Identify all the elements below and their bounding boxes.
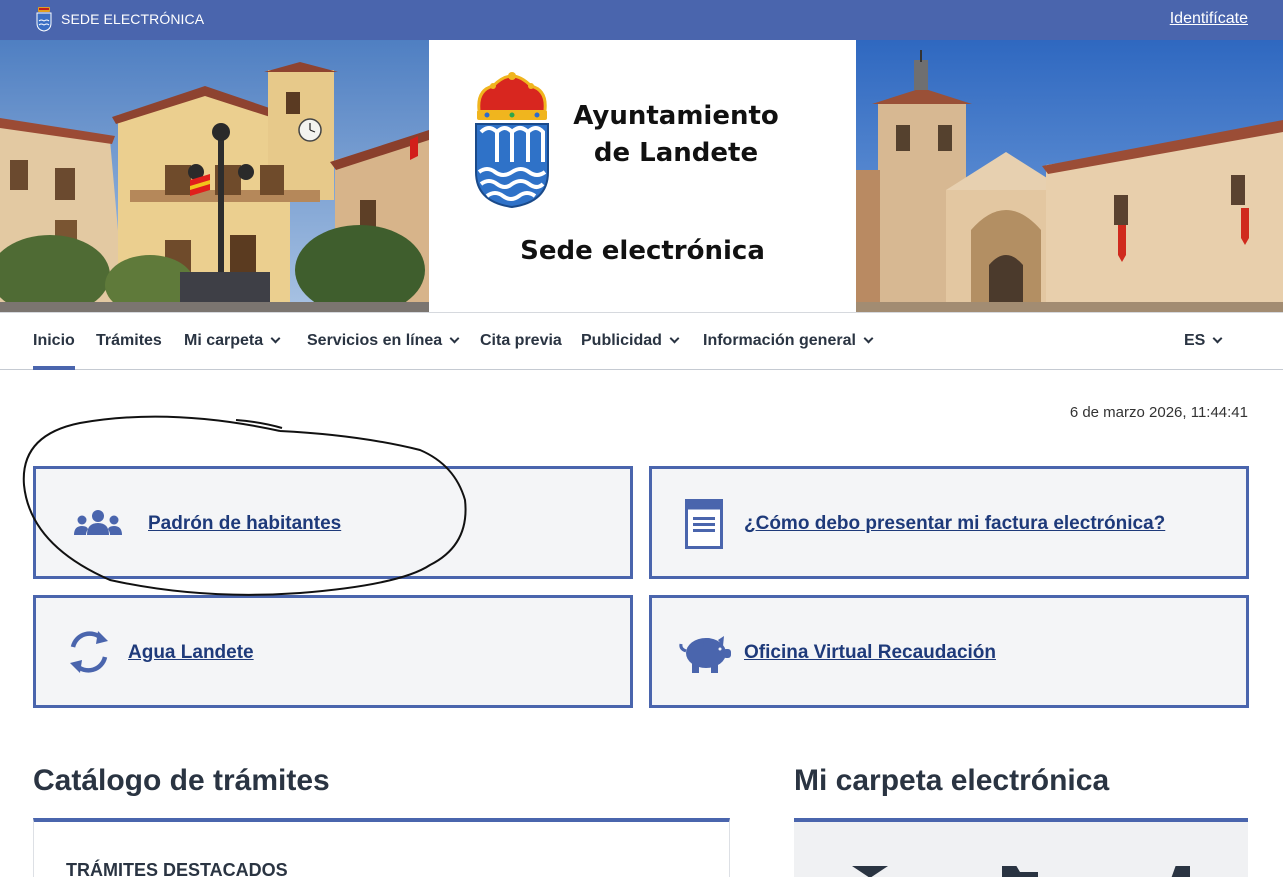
hero-title-panel: Ayuntamiento de Landete Sede electrónica xyxy=(429,40,856,312)
hero-subtitle: Sede electrónica xyxy=(520,236,765,266)
hero-banner: Ayuntamiento de Landete Sede electrónica xyxy=(0,40,1283,312)
nav-tramites[interactable]: Trámites xyxy=(96,313,162,369)
catalog-title: Catálogo de trámites xyxy=(33,764,330,797)
refresh-icon xyxy=(70,631,108,673)
card-padron-link[interactable]: Padrón de habitantes xyxy=(148,513,341,535)
nav-servicios-label: Servicios en línea xyxy=(307,332,443,349)
hero-title-line2: de Landete xyxy=(593,138,759,168)
catalog-box: TRÁMITES DESTACADOS xyxy=(33,818,730,877)
card-agua-link[interactable]: Agua Landete xyxy=(128,642,254,664)
card-factura-electronica[interactable]: ¿Cómo debo presentar mi factura electrón… xyxy=(649,466,1249,579)
featured-procedures-heading: TRÁMITES DESTACADOS xyxy=(66,860,288,877)
chevron-down-icon xyxy=(449,333,460,344)
folder-title: Mi carpeta electrónica xyxy=(794,764,1110,797)
signature-icon[interactable] xyxy=(1168,866,1190,877)
church-photo xyxy=(856,40,1283,312)
hero-title-line1: Ayuntamiento xyxy=(573,101,779,131)
card-agua-landete[interactable]: Agua Landete xyxy=(33,595,633,708)
nav-servicios-en-linea[interactable]: Servicios en línea xyxy=(307,313,460,369)
folder-box xyxy=(794,818,1248,877)
chevron-down-icon xyxy=(669,333,680,344)
card-padron-habitantes[interactable]: Padrón de habitantes xyxy=(33,466,633,579)
coat-of-arms-icon xyxy=(36,7,52,32)
hero-title: Ayuntamiento de Landete xyxy=(565,98,787,172)
login-link[interactable]: Identifícate xyxy=(1170,10,1248,28)
top-bar: SEDE ELECTRÓNICA Identifícate xyxy=(0,0,1283,40)
people-group-icon xyxy=(74,510,122,535)
main-nav: Inicio Trámites Mi carpeta Servicios en … xyxy=(0,312,1283,370)
card-factura-link[interactable]: ¿Cómo debo presentar mi factura electrón… xyxy=(744,513,1165,535)
card-oficina-link[interactable]: Oficina Virtual Recaudación xyxy=(744,642,996,664)
language-selector[interactable]: ES xyxy=(1184,313,1223,369)
nav-publicidad[interactable]: Publicidad xyxy=(581,313,680,369)
nav-mi-carpeta[interactable]: Mi carpeta xyxy=(184,313,281,369)
nav-informacion-label: Información general xyxy=(703,332,856,349)
chevron-down-icon xyxy=(270,333,281,344)
envelope-icon[interactable] xyxy=(852,866,888,877)
language-label: ES xyxy=(1184,332,1206,349)
piggy-bank-icon xyxy=(679,636,731,673)
folder-icon[interactable] xyxy=(1002,866,1038,877)
nav-inicio[interactable]: Inicio xyxy=(33,313,75,370)
chevron-down-icon xyxy=(1212,333,1223,344)
nav-mi-carpeta-label: Mi carpeta xyxy=(184,332,264,349)
nav-cita-previa-label: Cita previa xyxy=(480,332,562,349)
nav-inicio-label: Inicio xyxy=(33,332,75,349)
nav-informacion-general[interactable]: Información general xyxy=(703,313,874,369)
nav-publicidad-label: Publicidad xyxy=(581,332,662,349)
card-oficina-virtual-recaudacion[interactable]: Oficina Virtual Recaudación xyxy=(649,595,1249,708)
site-label[interactable]: SEDE ELECTRÓNICA xyxy=(61,11,204,27)
nav-cita-previa[interactable]: Cita previa xyxy=(480,313,562,369)
document-icon xyxy=(685,499,723,549)
nav-tramites-label: Trámites xyxy=(96,332,162,349)
current-datetime: 6 de marzo 2026, 11:44:41 xyxy=(1069,404,1248,421)
coat-of-arms-icon xyxy=(475,72,549,208)
town-hall-photo xyxy=(0,40,429,312)
chevron-down-icon xyxy=(863,333,874,344)
